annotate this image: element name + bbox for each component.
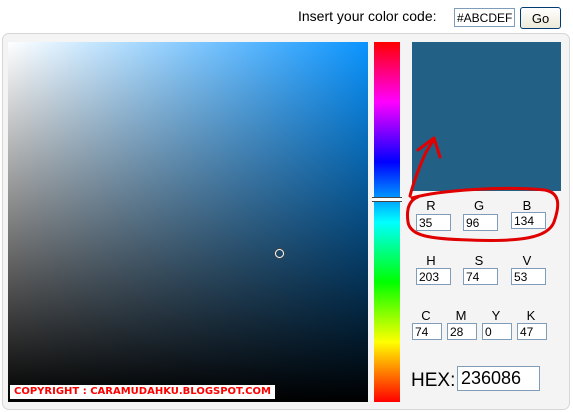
m-field[interactable] <box>447 323 477 340</box>
hue-slider-handle[interactable] <box>372 197 402 202</box>
b-field[interactable] <box>511 212 546 229</box>
s-label: S <box>474 253 484 268</box>
k-label: K <box>526 308 536 323</box>
c-field[interactable] <box>412 323 442 340</box>
color-code-label: Insert your color code: <box>298 8 437 24</box>
g-label: G <box>473 198 485 213</box>
color-code-input[interactable] <box>454 8 515 27</box>
hue-slider-bar[interactable] <box>374 42 400 402</box>
copyright-watermark: COPYRIGHT : CARAMUDAHKU.BLOGSPOT.COM <box>10 385 275 399</box>
top-bar: Insert your color code: Go <box>0 0 573 30</box>
go-button[interactable]: Go <box>520 7 561 29</box>
saturation-value-picker[interactable] <box>8 42 368 402</box>
c-label: C <box>421 308 431 323</box>
s-field[interactable] <box>463 268 498 285</box>
k-field[interactable] <box>517 323 547 340</box>
hex-field[interactable] <box>457 366 540 391</box>
r-label: R <box>426 198 436 213</box>
h-label: H <box>426 253 436 268</box>
g-field[interactable] <box>463 214 498 231</box>
r-field[interactable] <box>416 214 451 231</box>
v-field[interactable] <box>511 268 546 285</box>
y-field[interactable] <box>482 323 512 340</box>
h-field[interactable] <box>416 268 451 285</box>
saturation-value-cursor[interactable] <box>275 249 284 258</box>
m-label: M <box>455 308 467 323</box>
hex-label: HEX: <box>411 370 456 391</box>
selected-color-swatch <box>412 42 561 191</box>
b-label: B <box>522 198 532 213</box>
v-label: V <box>522 253 532 268</box>
y-label: Y <box>491 308 501 323</box>
